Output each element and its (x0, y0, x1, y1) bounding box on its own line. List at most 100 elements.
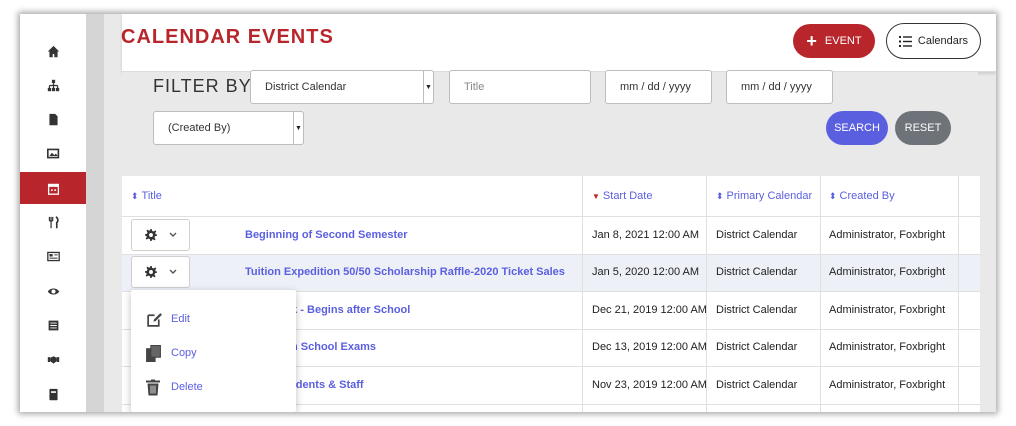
row-actions-button[interactable] (131, 256, 190, 288)
event-created-by: Administrator, Foxbright (829, 341, 946, 353)
event-start-date: Jan 8, 2021 12:00 AM (592, 229, 700, 241)
sort-icon: ⬍ (716, 190, 724, 201)
column-header-start-date[interactable]: ▼ Start Date (592, 176, 652, 216)
sidebar-gutter (86, 14, 104, 412)
column-header-label: Primary Calendar (726, 190, 813, 202)
event-created-by: Administrator, Foxbright (829, 229, 946, 241)
row-divider (122, 216, 980, 217)
column-header-created-by[interactable]: ⬍ Created By (829, 176, 895, 216)
event-title-link[interactable]: ak - Begins after School (285, 300, 410, 320)
start-date-input[interactable]: mm / dd / yyyy (605, 70, 712, 104)
menu-item-copy[interactable]: Copy (131, 338, 296, 368)
sitemap-icon (47, 79, 59, 91)
created-by-value: (Created By) (168, 122, 231, 134)
row-actions-button[interactable] (131, 219, 190, 251)
sidebar-item-directory[interactable] (20, 378, 86, 410)
column-header-title[interactable]: ⬍ Title (131, 176, 162, 216)
trash-icon (146, 379, 160, 395)
page-title: CALENDAR EVENTS (121, 26, 334, 48)
title-filter-input[interactable]: Title (449, 70, 591, 104)
column-header-primary-calendar[interactable]: ⬍ Primary Calendar (716, 176, 812, 216)
calendar-select-value: District Calendar (265, 81, 347, 93)
filter-label: FILTER BY: (153, 76, 257, 96)
plus-icon: + (806, 31, 817, 51)
event-title-link[interactable]: Beginning of Second Semester (245, 225, 408, 245)
app-window: CALENDAR EVENTS + EVENT Calendars FILTER… (20, 14, 996, 412)
row-divider (122, 254, 980, 255)
calendar-icon (47, 183, 59, 195)
news-icon (46, 251, 60, 261)
reset-button[interactable]: RESET (895, 111, 951, 145)
event-calendar: District Calendar (716, 304, 798, 316)
event-start-date: Dec 21, 2019 12:00 AM (592, 304, 707, 316)
menu-item-label: Delete (171, 381, 203, 393)
menu-item-delete[interactable]: Delete (131, 372, 296, 402)
end-date-input[interactable]: mm / dd / yyyy (726, 70, 833, 104)
sidebar-item-home[interactable] (20, 35, 86, 67)
calendars-label: Calendars (917, 35, 969, 47)
event-created-by: Administrator, Foxbright (829, 379, 946, 391)
file-icon (48, 113, 58, 125)
gear-icon (144, 266, 157, 278)
event-calendar: District Calendar (716, 341, 798, 353)
edit-icon (147, 312, 162, 327)
sidebar (20, 14, 86, 412)
content-gutter (104, 14, 122, 412)
chevron-down-icon (169, 232, 176, 237)
event-calendar: District Calendar (716, 229, 798, 241)
event-title-link[interactable]: Tuition Expedition 50/50 Scholarship Raf… (245, 262, 565, 282)
list-icon (48, 320, 58, 330)
event-start-date: Nov 23, 2019 12:00 AM (592, 379, 707, 391)
event-start-date: Dec 13, 2019 12:00 AM (592, 341, 707, 353)
copy-icon (146, 344, 161, 362)
gear-icon (144, 229, 157, 241)
sort-desc-icon: ▼ (592, 191, 600, 201)
add-event-button[interactable]: + EVENT (793, 24, 875, 58)
sidebar-item-calendar[interactable] (20, 172, 86, 204)
sidebar-item-views[interactable] (20, 275, 86, 307)
calendars-button[interactable]: Calendars (886, 23, 981, 59)
list-bullets-icon (898, 35, 912, 47)
chevron-down-icon: ▼ (423, 71, 433, 103)
event-created-by: Administrator, Foxbright (829, 266, 946, 278)
sidebar-item-news[interactable] (20, 240, 86, 272)
sidebar-item-pages[interactable] (20, 103, 86, 135)
add-event-label: EVENT (824, 35, 862, 47)
calendar-select[interactable]: District Calendar ▼ (250, 70, 434, 104)
menu-item-edit[interactable]: Edit (131, 304, 296, 334)
chevron-down-icon: ▼ (293, 112, 303, 144)
sidebar-item-sitemap[interactable] (20, 69, 86, 101)
title-filter-placeholder: Title (464, 81, 485, 93)
end-date-placeholder: mm / dd / yyyy (741, 81, 812, 93)
event-created-by: Administrator, Foxbright (829, 304, 946, 316)
sidebar-item-partners[interactable] (20, 343, 86, 375)
event-calendar: District Calendar (716, 266, 798, 278)
created-by-select[interactable]: (Created By) ▼ (153, 111, 304, 145)
utensils-icon (48, 215, 59, 228)
start-date-placeholder: mm / dd / yyyy (620, 81, 691, 93)
column-header-label: Start Date (602, 190, 653, 202)
images-icon (46, 148, 59, 158)
event-start-date: Jan 5, 2020 12:00 AM (592, 266, 700, 278)
sidebar-item-dining[interactable] (20, 206, 86, 238)
column-header-label: Created By (839, 190, 895, 202)
home-icon (47, 45, 59, 57)
column-divider (820, 176, 821, 412)
column-header-label: Title (141, 190, 162, 202)
row-actions-menu: Edit Copy Delete (131, 290, 296, 412)
book-icon (48, 388, 58, 400)
search-button[interactable]: SEARCH (826, 111, 888, 145)
eye-icon (47, 287, 59, 295)
menu-item-label: Copy (171, 347, 197, 359)
column-divider (582, 176, 583, 412)
chevron-down-icon (169, 269, 176, 274)
sort-icon: ⬍ (829, 190, 837, 201)
sidebar-item-lists[interactable] (20, 309, 86, 341)
event-title-link[interactable]: h School Exams (291, 337, 376, 357)
sidebar-item-media[interactable] (20, 137, 86, 169)
menu-item-label: Edit (171, 313, 190, 325)
sort-icon: ⬍ (131, 190, 139, 201)
column-divider (958, 176, 959, 412)
event-calendar: District Calendar (716, 379, 798, 391)
handshake-icon (47, 355, 59, 364)
